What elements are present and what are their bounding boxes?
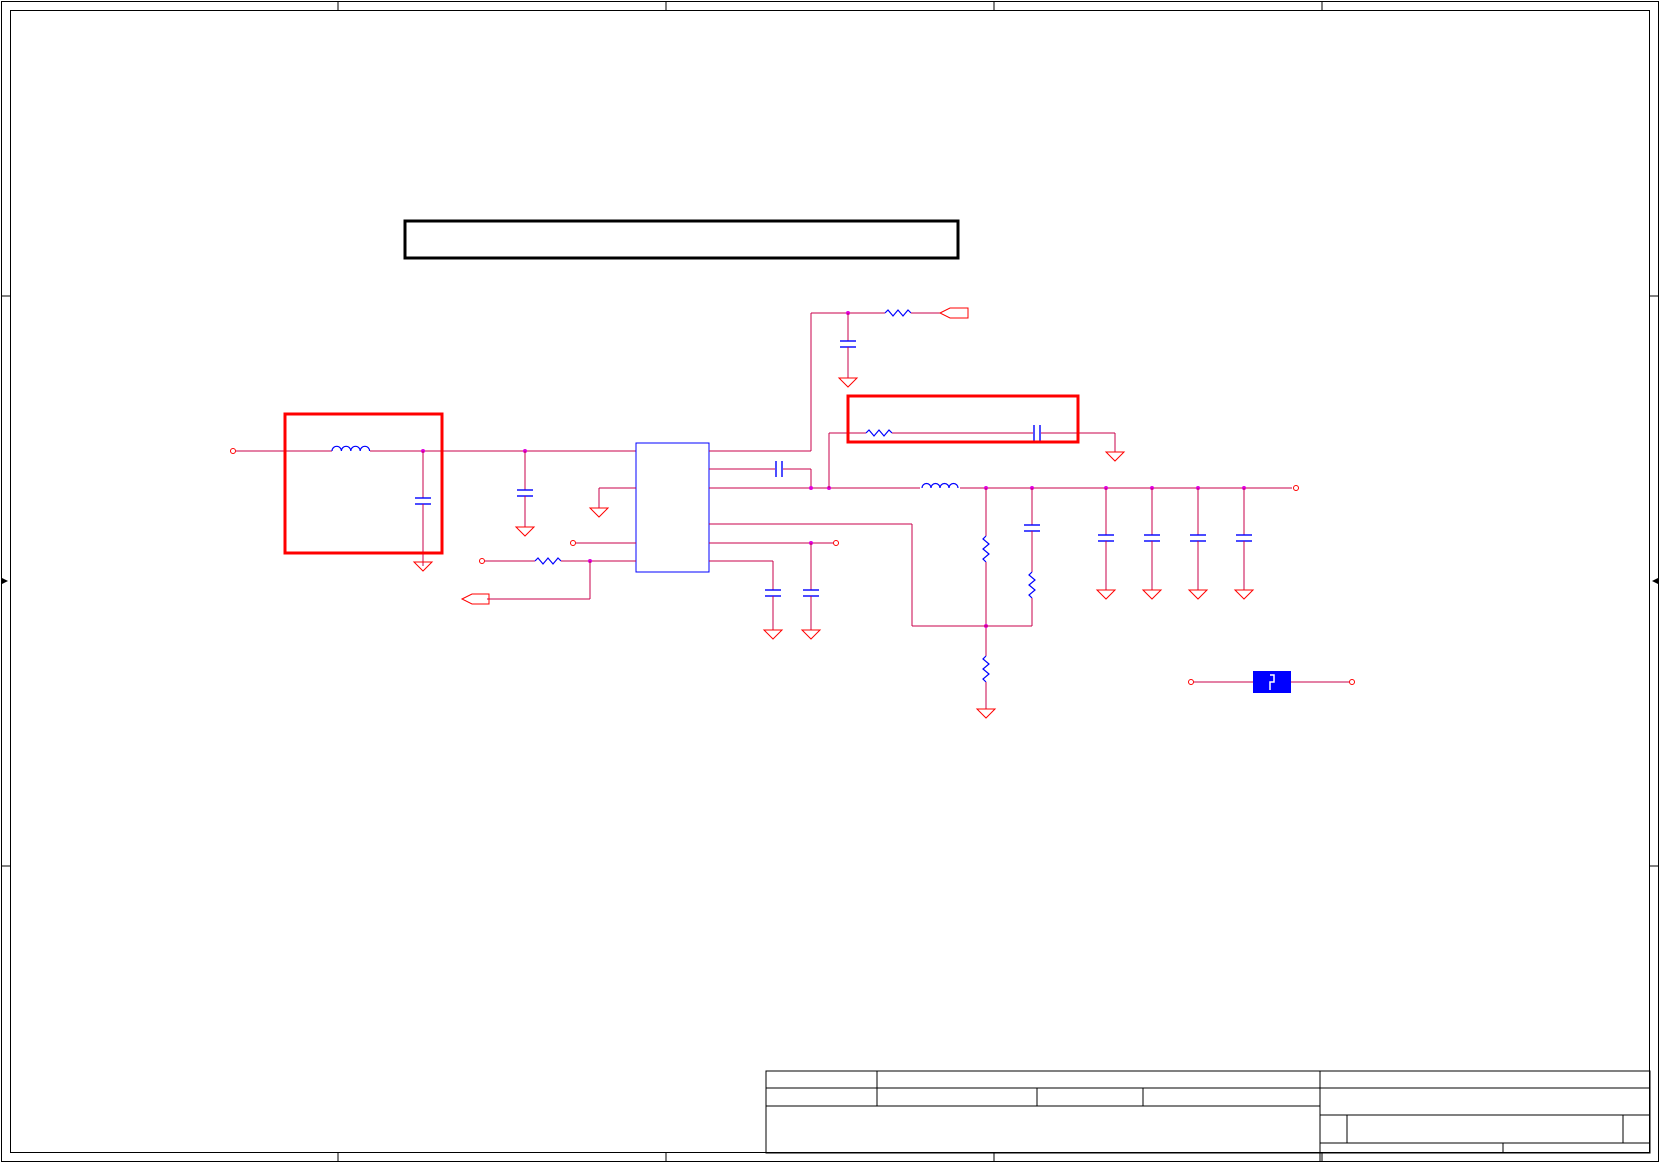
pin-port-icon: [570, 540, 576, 546]
pin-port-icon: [1349, 679, 1355, 685]
supply-feed: [810, 307, 969, 451]
resistor-icon: [982, 535, 990, 563]
net-port-icon: [938, 307, 969, 319]
net-port-icon: [460, 593, 490, 605]
input-port-icon: [479, 558, 485, 564]
resistor-icon: [865, 429, 893, 437]
resistor-icon: [534, 557, 562, 565]
schematic-sheet: [0, 0, 1660, 1163]
jumper-section: [1188, 671, 1355, 693]
input-section: [230, 412, 636, 572]
input-port-icon: [230, 448, 236, 454]
snubber-section: [827, 394, 1125, 490]
inductor-icon: [331, 445, 371, 452]
output-port-icon: [1293, 485, 1299, 491]
header-note-box: [403, 219, 960, 260]
resistor-icon: [884, 309, 912, 317]
ic-aux-caps: [763, 540, 839, 640]
sheet-border: [1, 1, 1659, 1162]
input-filter-highlight: [283, 412, 444, 555]
regulator-ic: [570, 442, 1292, 573]
bootstrap-section: [709, 461, 813, 490]
schematic-canvas: [1, 1, 1659, 1162]
pin-port-icon: [833, 540, 839, 546]
enable-section: [460, 557, 592, 605]
resistor-icon: [982, 655, 990, 683]
resistor-icon: [1028, 571, 1036, 599]
pin-port-icon: [1188, 679, 1194, 685]
jumper-pad-icon: [1253, 671, 1291, 693]
ic-package: [635, 442, 710, 573]
title-block: [765, 1070, 1651, 1162]
junction-icon: [809, 486, 813, 490]
